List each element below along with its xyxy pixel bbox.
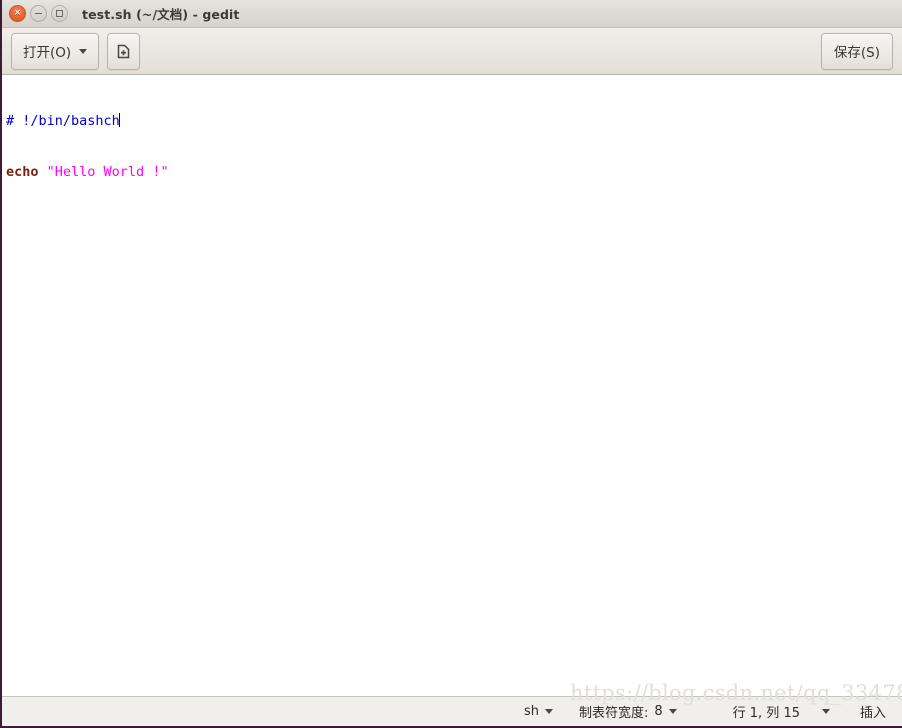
- maximize-window-button[interactable]: [51, 5, 68, 22]
- text-cursor: [118, 113, 120, 127]
- toolbar-left-group: 打开(O): [11, 32, 141, 70]
- gedit-window: × test.sh (~/文档) - gedit 打开(O) 保存(S) # !…: [0, 0, 902, 728]
- code-line-2-space: [39, 164, 47, 180]
- tab-width-value: 8: [654, 704, 663, 719]
- code-line-2: echo "Hello World !": [6, 164, 902, 181]
- chevron-down-icon: [668, 709, 677, 714]
- close-window-button[interactable]: ×: [9, 5, 26, 22]
- titlebar: × test.sh (~/文档) - gedit: [2, 0, 902, 28]
- chevron-down-icon: [821, 709, 830, 714]
- new-document-icon: [115, 43, 132, 60]
- minimize-window-button[interactable]: [30, 5, 47, 22]
- close-icon: ×: [13, 8, 22, 18]
- code-line-2-string: "Hello World !": [46, 164, 169, 180]
- toolbar: 打开(O) 保存(S): [2, 28, 902, 75]
- open-button[interactable]: 打开(O): [11, 32, 100, 70]
- language-selector[interactable]: sh: [524, 704, 553, 719]
- cursor-position-label: 行 1, 列 15: [732, 706, 800, 721]
- language-label: sh: [523, 704, 539, 719]
- insert-mode-label: 插入: [859, 706, 886, 721]
- maximize-icon: [56, 10, 63, 17]
- open-button-label: 打开(O): [23, 45, 72, 61]
- cursor-position: 行 1, 列 15: [733, 702, 800, 721]
- statusbar: sh 制表符宽度: 8 行 1, 列 15 插入: [2, 696, 902, 726]
- save-button[interactable]: 保存(S): [820, 32, 893, 70]
- window-title: test.sh (~/文档) - gedit: [82, 7, 240, 22]
- new-document-button[interactable]: [107, 32, 141, 70]
- toolbar-right-group: 保存(S): [820, 32, 893, 70]
- window-controls: ×: [9, 5, 68, 22]
- code-line-1-text: # !/bin/bashch: [6, 113, 120, 129]
- chevron-down-icon: [544, 709, 553, 714]
- editor-area[interactable]: # !/bin/bashch echo "Hello World !": [2, 75, 902, 696]
- tab-width-label: 制表符宽度:: [578, 706, 649, 721]
- code-line-2-command: echo: [6, 164, 39, 180]
- chevron-down-icon: [79, 48, 88, 54]
- tab-width-selector[interactable]: 制表符宽度: 8: [579, 702, 677, 721]
- statusbar-extra-dropdown[interactable]: [821, 709, 830, 714]
- code-content[interactable]: # !/bin/bashch echo "Hello World !": [2, 75, 902, 215]
- minimize-icon: [35, 13, 42, 14]
- code-line-1: # !/bin/bashch: [6, 113, 902, 130]
- insert-mode-indicator[interactable]: 插入: [860, 702, 886, 721]
